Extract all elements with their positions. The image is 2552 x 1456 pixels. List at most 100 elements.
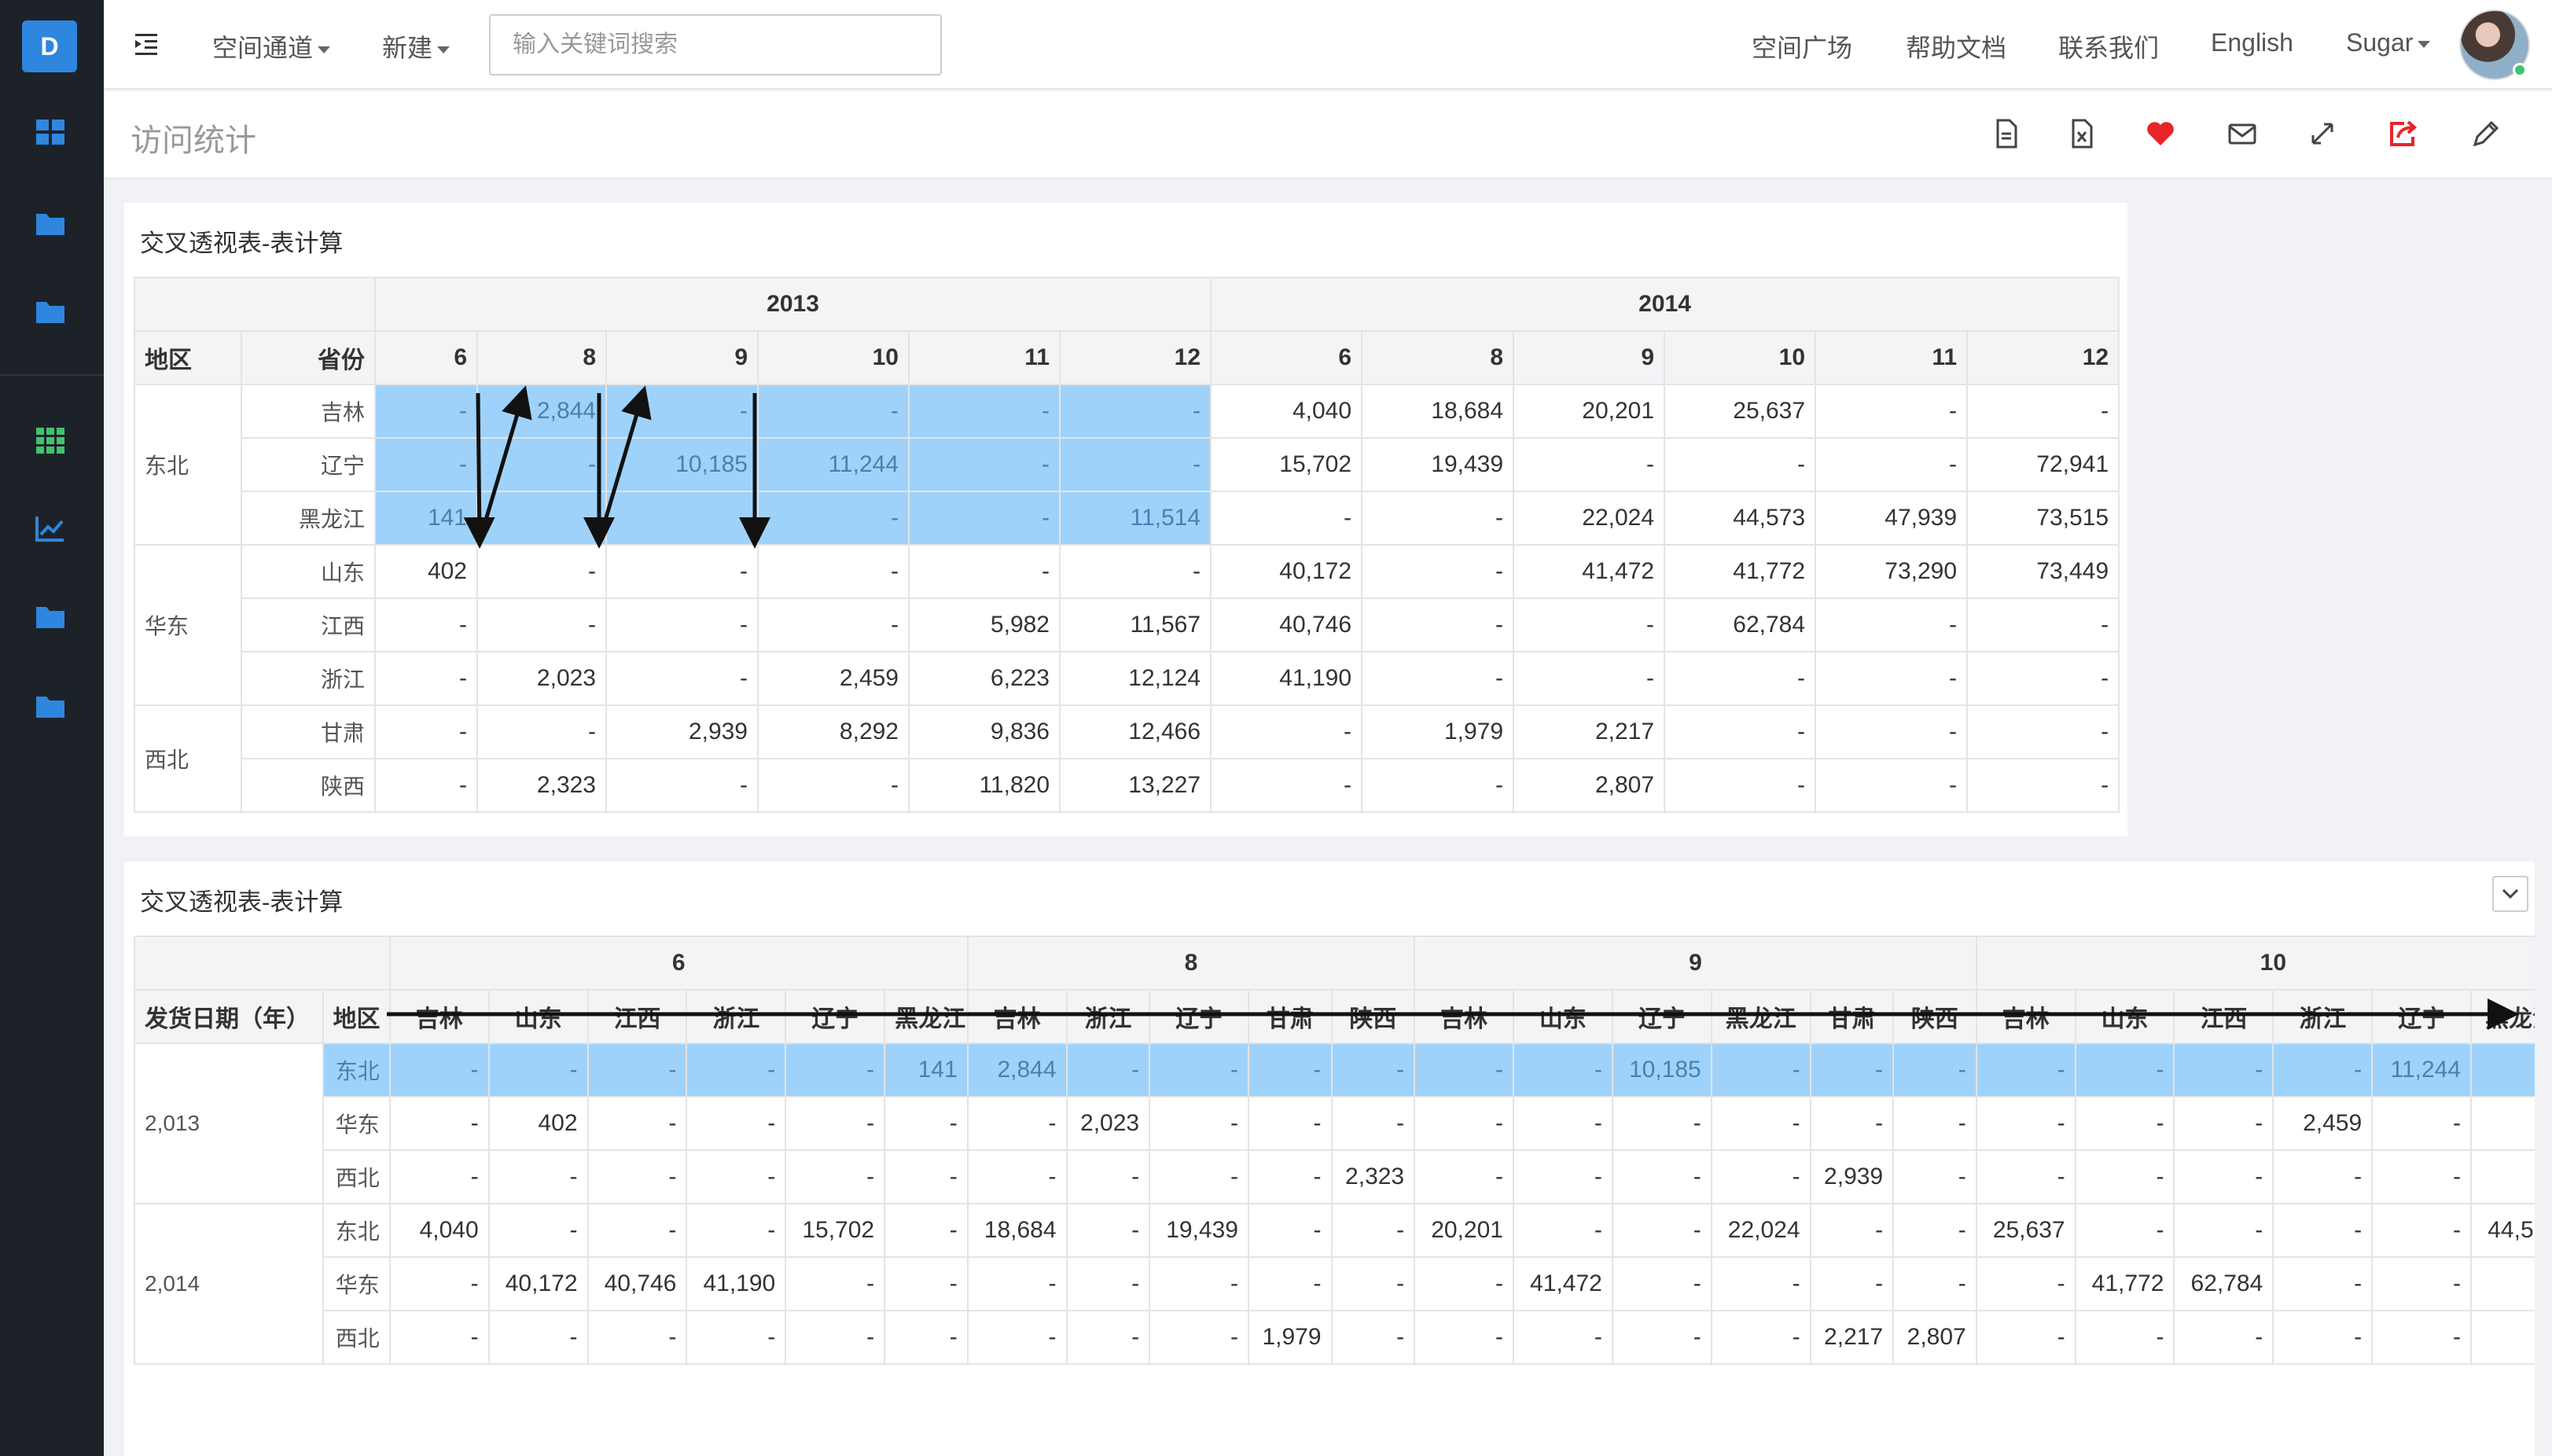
province-header[interactable]: 山东 (2074, 989, 2175, 1044)
sidebar-divider (0, 374, 104, 376)
value-cell: - (388, 1096, 490, 1151)
month-header[interactable]: 11 (1815, 330, 1969, 385)
favorite-icon[interactable] (2145, 118, 2176, 149)
value-cell: 2,844 (966, 1042, 1068, 1098)
date-year-header[interactable]: 发货日期（年） (134, 989, 324, 1044)
province-header[interactable]: 浙江 (2272, 989, 2374, 1044)
province-header[interactable]: 吉林 (1975, 989, 2076, 1044)
province-header[interactable]: 吉林 (1414, 989, 1514, 1044)
month-header[interactable]: 8 (476, 330, 607, 385)
month-header[interactable]: 8 (1361, 330, 1515, 385)
province-header[interactable]: 辽宁 (2371, 989, 2473, 1044)
month-header[interactable]: 9 (605, 330, 759, 385)
collapse-button[interactable] (2492, 876, 2528, 912)
month-header[interactable]: 9 (1513, 330, 1666, 385)
export-excel-icon[interactable] (2066, 118, 2098, 149)
month-header[interactable]: 11 (908, 330, 1061, 385)
month-header[interactable]: 8 (966, 936, 1416, 991)
value-cell (2470, 1310, 2535, 1365)
table-row: 西北 甘肃 - -2,939 8,292 9,836 12,466-1,979 2,217- -… (134, 704, 2120, 813)
province-header[interactable]: 辽宁 (785, 989, 886, 1044)
contact-us-link[interactable]: 联系我们 (2058, 28, 2159, 64)
province-header[interactable]: 辽宁 (1149, 989, 1249, 1044)
province-header[interactable]: 江西 (2173, 989, 2274, 1044)
value-cell: - (1966, 597, 2120, 653)
value-cell: 2,939 (1809, 1149, 1895, 1204)
province-header[interactable]: 浙江 (1065, 989, 1151, 1044)
app-logo[interactable]: D (22, 20, 77, 72)
corner-cell (134, 936, 391, 991)
value-cell: - (1710, 1149, 1811, 1204)
year-header[interactable]: 2014 (1210, 277, 2120, 332)
table-row: 西北 - - - - - - - - -1,979- - - - -2,217 2,807- - - - - (134, 1310, 2535, 1365)
month-header[interactable]: 12 (1058, 330, 1212, 385)
line-chart-icon[interactable] (35, 514, 66, 542)
month-header[interactable]: 6 (374, 330, 478, 385)
province-header[interactable]: 甘肃 (1247, 989, 1333, 1044)
space-plaza-link[interactable]: 空间广场 (1752, 28, 1852, 64)
value-cell: - (605, 597, 759, 653)
folder-icon[interactable] (35, 209, 66, 237)
new-dropdown[interactable]: 新建 (382, 28, 450, 64)
value-cell: - (1611, 1310, 1712, 1365)
region-header[interactable]: 地区 (322, 989, 391, 1044)
province-header[interactable]: 甘肃 (1809, 989, 1895, 1044)
value-cell: - (757, 544, 910, 599)
help-docs-link[interactable]: 帮助文档 (1906, 28, 2006, 64)
month-header[interactable]: 9 (1414, 936, 1977, 991)
share-icon[interactable] (2387, 118, 2418, 149)
space-channel-dropdown[interactable]: 空间通道 (212, 28, 331, 64)
region-header[interactable]: 地区 (134, 330, 242, 385)
province-header[interactable]: 黑龙江 (2470, 989, 2535, 1044)
month-header[interactable]: 6 (388, 936, 969, 991)
month-header[interactable]: 12 (1966, 330, 2120, 385)
year-header[interactable]: 2013 (373, 277, 1212, 332)
dashboard-grid-icon[interactable] (35, 118, 66, 146)
month-header[interactable]: 6 (1210, 330, 1363, 385)
email-icon[interactable] (2227, 118, 2258, 149)
province-header[interactable]: 黑龙江 (884, 989, 969, 1044)
month-header[interactable]: 10 (757, 330, 910, 385)
value-cell: 1,979 (1247, 1310, 1333, 1365)
pivot-card-1: 交叉透视表-表计算 2013 2014 地区 省份 6 8 9 10 11 12 6 8 9 10… (124, 203, 2127, 836)
value-cell: 19,439 (1361, 437, 1515, 492)
province-header[interactable]: 辽宁 (1611, 989, 1712, 1044)
folder-icon[interactable] (35, 297, 66, 325)
value-cell: 44,573 (2470, 1203, 2535, 1258)
fullscreen-icon[interactable] (2307, 118, 2338, 149)
folder-icon[interactable] (35, 692, 66, 720)
value-cell: 11,244 (2371, 1042, 2473, 1098)
value-cell: - (2074, 1096, 2175, 1151)
value-cell: 2,844 (476, 384, 607, 439)
space-channel-label: 空间通道 (212, 34, 314, 62)
search-input[interactable] (489, 14, 942, 75)
menu-toggle-icon[interactable] (134, 31, 159, 57)
value-cell: - (1330, 1096, 1416, 1151)
value-cell: - (785, 1149, 886, 1204)
value-cell: - (2173, 1203, 2274, 1258)
province-header[interactable]: 陕西 (1330, 989, 1416, 1044)
edit-icon[interactable] (2470, 118, 2502, 149)
chevron-down-icon (2502, 888, 2519, 899)
province-header[interactable]: 省份 (241, 330, 376, 385)
value-cell: - (374, 437, 478, 492)
value-cell: - (1664, 758, 1817, 813)
month-header[interactable]: 10 (1664, 330, 1817, 385)
language-switch[interactable]: English (2211, 28, 2293, 57)
province-header[interactable]: 江西 (587, 989, 688, 1044)
month-header[interactable]: 10 (1975, 936, 2535, 991)
apps-grid-icon[interactable] (35, 426, 66, 454)
export-pdf-icon[interactable] (1991, 118, 2022, 149)
province-header[interactable]: 陕西 (1892, 989, 1977, 1044)
province-header[interactable]: 浙江 (686, 989, 787, 1044)
folder-icon[interactable] (35, 602, 66, 631)
province-header[interactable]: 黑龙江 (1710, 989, 1811, 1044)
value-cell: - (487, 1310, 589, 1365)
province-header[interactable]: 吉林 (388, 989, 490, 1044)
value-cell: - (587, 1203, 688, 1258)
province-header[interactable]: 山东 (487, 989, 589, 1044)
value-cell: 41,190 (1210, 651, 1363, 706)
province-header[interactable]: 吉林 (966, 989, 1068, 1044)
province-header[interactable]: 山东 (1512, 989, 1613, 1044)
user-menu-dropdown[interactable]: Sugar (2346, 28, 2431, 57)
